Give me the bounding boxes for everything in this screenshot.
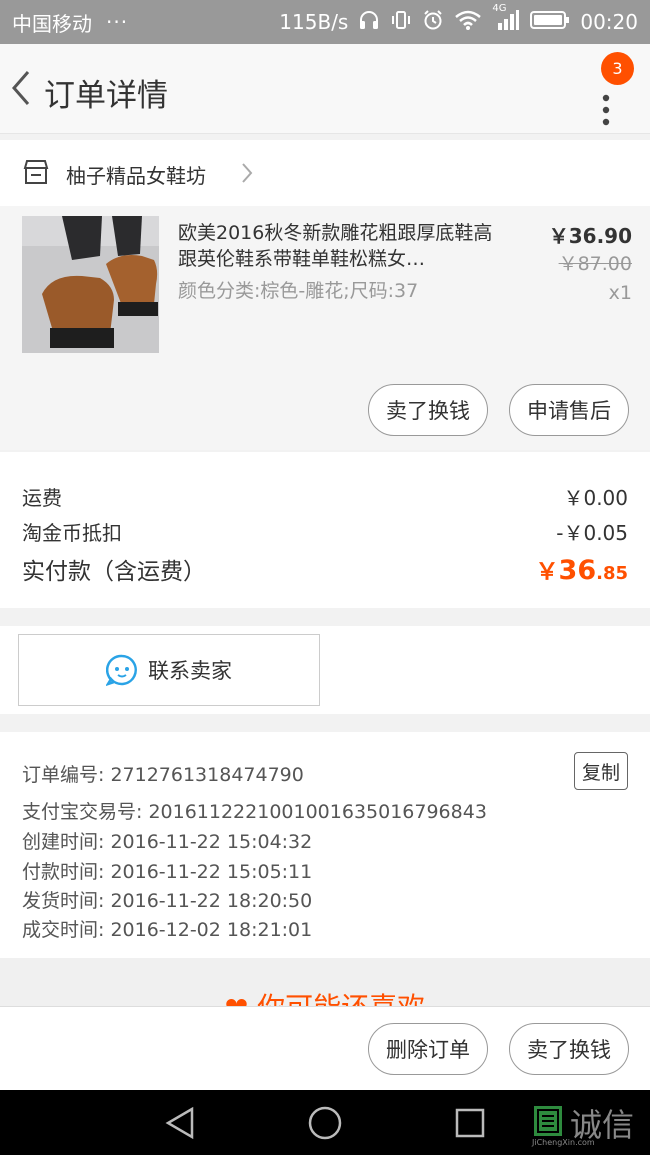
alipay-trade-number: 支付宝交易号: 2016112221001001635016796843 (22, 801, 487, 823)
total-amount: ￥36.85 (536, 552, 628, 586)
status-dots: ··· (106, 10, 129, 34)
shipping-row: 运费 ￥0.00 (22, 482, 628, 511)
shop-name: 柚子精品女鞋坊 (66, 164, 206, 188)
watermark-logo: 诚信 JiChengXin.com (532, 1102, 650, 1147)
copy-button[interactable]: 复制 (574, 752, 628, 790)
store-icon (23, 160, 49, 184)
notification-badge: 3 (601, 52, 634, 85)
delete-order-button[interactable]: 删除订单 (368, 1023, 488, 1075)
created-time: 创建时间: 2016-11-22 15:04:32 (22, 831, 313, 853)
network-type: 4G (492, 2, 507, 14)
total-paid-row: 实付款（含运费） ￥36.85 (22, 552, 628, 586)
product-price: ￥36.90 (548, 224, 632, 248)
nav-back-icon[interactable] (164, 1106, 198, 1140)
product-title[interactable]: 欧美2016秋冬新款雕花粗跟厚底鞋高跟英伦鞋系带鞋单鞋松糕女… (178, 220, 498, 272)
resell-button[interactable]: 卖了换钱 (368, 384, 488, 436)
nav-recents-icon[interactable] (454, 1107, 486, 1139)
product-thumbnail[interactable] (22, 216, 159, 353)
battery-icon (530, 9, 570, 36)
resell-bottom-button[interactable]: 卖了换钱 (509, 1023, 629, 1075)
product-spec: 颜色分类:棕色-雕花;尺码:37 (178, 280, 419, 302)
page-title: 订单详情 (44, 78, 168, 114)
back-arrow-icon[interactable] (8, 68, 38, 108)
recommend-section: — ❤ 你可能还喜欢 — (0, 958, 650, 1010)
contact-seller-button[interactable]: 联系卖家 (18, 634, 320, 706)
coin-deduction-row: 淘金币抵扣 -￥0.05 (22, 517, 628, 546)
shop-row[interactable]: 柚子精品女鞋坊 (0, 140, 650, 206)
product-quantity: x1 (608, 282, 632, 304)
contact-seller-label: 联系卖家 (148, 659, 232, 683)
total-integer: 36 (558, 555, 597, 586)
product-card[interactable]: 欧美2016秋冬新款雕花粗跟厚底鞋高跟英伦鞋系带鞋单鞋松糕女… 颜色分类:棕色-… (0, 206, 650, 450)
navigation-bar: 诚信 JiChengXin.com (0, 1090, 650, 1155)
status-right: 115B/s 4G 00:20 (279, 3, 638, 36)
signal-icon: 4G (492, 3, 520, 36)
status-bar: 中国移动 ··· 115B/s 4G 00:20 (0, 0, 650, 44)
order-info: 订单编号: 2712761318474790 支付宝交易号: 201611222… (0, 732, 650, 958)
watermark-sub: JiChengXin.com (532, 1138, 595, 1147)
total-label: 实付款（含运费） (22, 559, 206, 585)
bottom-action-bar: 删除订单 卖了换钱 (0, 1006, 650, 1090)
screen: 中国移动 ··· 115B/s 4G 00:20 订单详情 3 柚子精品女鞋坊 … (0, 0, 650, 1155)
completed-time: 成交时间: 2016-12-02 18:21:01 (22, 919, 313, 941)
chat-bubble-icon (106, 654, 137, 686)
order-number: 订单编号: 2712761318474790 (22, 764, 304, 786)
vibrate-icon (390, 9, 412, 36)
more-menu-icon[interactable] (596, 80, 616, 140)
chevron-right-icon (242, 163, 253, 183)
product-original-price: ￥87.00 (558, 253, 632, 275)
shipped-time: 发货时间: 2016-11-22 18:20:50 (22, 890, 313, 912)
alarm-icon (422, 9, 444, 36)
carrier-name: 中国移动 (12, 11, 92, 36)
paid-time: 付款时间: 2016-11-22 15:05:11 (22, 861, 313, 883)
coin-value: -￥0.05 (556, 521, 628, 545)
nav-home-icon[interactable] (307, 1105, 343, 1141)
total-currency: ￥ (535, 559, 559, 585)
headphones-icon (358, 9, 380, 36)
shipping-value: ￥0.00 (563, 486, 628, 510)
header: 订单详情 (0, 44, 650, 134)
network-speed: 115B/s (279, 10, 349, 34)
coin-label: 淘金币抵扣 (22, 521, 122, 545)
clock: 00:20 (580, 10, 638, 34)
after-sale-button[interactable]: 申请售后 (509, 384, 629, 436)
wifi-icon (454, 9, 482, 36)
total-decimal: .85 (596, 563, 628, 584)
fee-summary: 运费 ￥0.00 淘金币抵扣 -￥0.05 实付款（含运费） ￥36.85 (0, 452, 650, 608)
shipping-label: 运费 (22, 486, 62, 510)
